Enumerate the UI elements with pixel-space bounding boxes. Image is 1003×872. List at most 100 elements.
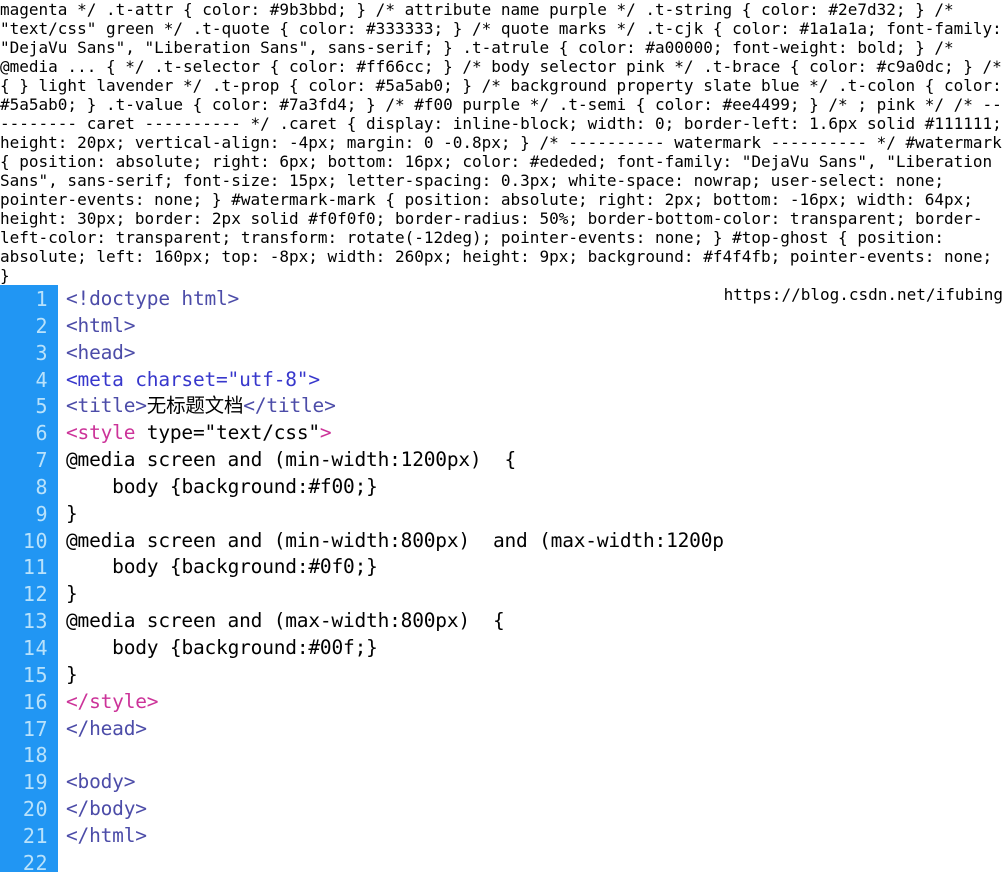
line-number: 22 (22, 850, 48, 872)
line-number: 7 (35, 448, 48, 473)
line-number: 9 (35, 501, 48, 526)
semicolon: ; (354, 555, 367, 579)
code-line-1[interactable]: <!doctype html> (66, 286, 724, 313)
watermark: https://blog.csdn.net/ifubing (724, 285, 1003, 304)
quote-open: " (204, 421, 217, 445)
title-text: 无标题文档 (146, 394, 244, 418)
line-number: 19 (22, 770, 48, 795)
body-close-tag: </body> (66, 797, 147, 821)
line-number: 20 (22, 797, 48, 822)
code-line-4[interactable]: <meta charset="utf-8"> (66, 367, 724, 394)
body-selector: body (112, 474, 159, 498)
code-line-19[interactable]: <body> (66, 769, 724, 796)
html-close-tag: </html> (66, 823, 147, 847)
style-open-tag: <style (66, 421, 136, 445)
body-open-tag: <body> (66, 770, 136, 794)
tag-close-bracket: > (319, 421, 332, 445)
code-content[interactable]: <!doctype html> <html> <head> <meta char… (58, 285, 724, 872)
line-number: 8 (35, 474, 48, 499)
watermark-text: https://blog.csdn.net/ifubing (723, 285, 1003, 304)
code-editor[interactable]: 1 2 3 4 5 6 7 8 9 10 11 12 13 14 15 16 1… (0, 285, 1003, 872)
code-line-7[interactable]: @media screen and (min-width:1200px) { (66, 447, 724, 474)
title-open-tag: <title> (66, 394, 147, 418)
close-brace: } (366, 635, 378, 659)
line-number: 2 (35, 313, 48, 338)
open-brace: { (169, 635, 182, 659)
code-line-9[interactable]: } (66, 501, 724, 528)
media-block-close-1: } (66, 501, 78, 525)
colon: : (296, 555, 309, 579)
head-open-tag: <head> (66, 340, 136, 364)
code-line-10[interactable]: @media screen and (min-width:800px) and … (66, 528, 724, 555)
type-attribute: type= (135, 421, 205, 445)
line-number: 14 (22, 635, 48, 660)
head-close-tag: </head> (66, 716, 147, 740)
color-value-green: #0f0 (308, 555, 355, 579)
color-value-blue: #00f (308, 635, 355, 659)
close-brace: } (366, 474, 378, 498)
media-query-1200: @media screen and (min-width:1200px) { (66, 448, 517, 472)
code-line-15[interactable]: } (66, 662, 724, 689)
colon: : (296, 474, 309, 498)
title-close-tag: </title> (243, 394, 336, 418)
semicolon: ; (354, 635, 367, 659)
code-line-16[interactable]: </style> (66, 689, 724, 716)
code-line-13[interactable]: @media screen and (max-width:800px) { (66, 608, 724, 635)
line-number: 10 (22, 528, 48, 553)
body-selector: body (112, 555, 159, 579)
line-number: 16 (22, 689, 48, 714)
code-line-11[interactable]: body {background:#0f0;} (66, 554, 724, 581)
close-brace: } (366, 555, 378, 579)
code-line-20[interactable]: </body> (66, 796, 724, 823)
code-line-17[interactable]: </head> (66, 716, 724, 743)
open-brace: { (169, 474, 182, 498)
line-number: 5 (35, 394, 48, 419)
line-number: 12 (22, 582, 48, 607)
code-line-21[interactable]: </html> (66, 823, 724, 850)
line-number: 15 (22, 662, 48, 687)
line-number: 17 (22, 716, 48, 741)
html-open-tag: <html> (66, 313, 136, 337)
code-line-5[interactable]: <title>无标题文档</title> (66, 393, 724, 420)
media-block-close-2: } (66, 582, 78, 606)
meta-charset-tag: <meta charset="utf-8"> (66, 367, 320, 391)
code-line-14[interactable]: body {background:#00f;} (66, 635, 724, 662)
code-line-8[interactable]: body {background:#f00;} (66, 474, 724, 501)
line-number: 4 (35, 367, 48, 392)
code-line-12[interactable]: } (66, 581, 724, 608)
line-number-gutter: 1 2 3 4 5 6 7 8 9 10 11 12 13 14 15 16 1… (0, 285, 58, 872)
type-attribute-value: text/css (216, 421, 309, 445)
code-line-3[interactable]: <head> (66, 340, 724, 367)
line-number: 13 (22, 609, 48, 634)
media-query-800-1200: @media screen and (min-width:800px) and … (66, 528, 724, 552)
code-line-6[interactable]: <style type="text/css"> (66, 420, 724, 447)
line-number: 18 (22, 743, 48, 768)
colon: : (296, 635, 309, 659)
code-line-2[interactable]: <html> (66, 313, 724, 340)
media-query-max-800: @media screen and (max-width:800px) { (66, 609, 505, 633)
semicolon: ; (354, 474, 367, 498)
line-number: 21 (22, 823, 48, 848)
media-block-close-3: } (66, 662, 78, 686)
background-property: background (181, 474, 297, 498)
style-close-tag: </style> (66, 689, 159, 713)
line-number: 1 (35, 287, 48, 311)
line-number: 3 (35, 340, 48, 365)
code-line-18[interactable] (66, 742, 724, 769)
background-property: background (181, 555, 297, 579)
line-number: 6 (35, 421, 48, 446)
code-line-22[interactable] (66, 850, 724, 872)
body-selector: body (112, 635, 159, 659)
open-brace: { (169, 555, 182, 579)
color-value-red: #f00 (308, 474, 355, 498)
background-property: background (181, 635, 297, 659)
quote-close: " (308, 421, 320, 445)
doctype-declaration: <!doctype html> (66, 287, 240, 310)
line-number: 11 (22, 555, 48, 580)
